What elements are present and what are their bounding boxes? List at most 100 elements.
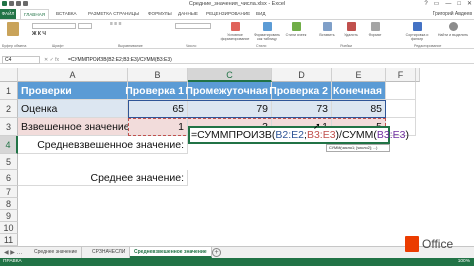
ribbon-display-icon[interactable]: ▭ bbox=[434, 0, 440, 9]
group-cells: Ячейки bbox=[340, 44, 353, 48]
insert-cells-button[interactable]: Вставить bbox=[316, 22, 338, 37]
sheet-tab-average[interactable]: Среднее значение bbox=[30, 247, 83, 258]
help-icon[interactable]: ? bbox=[424, 0, 427, 9]
sheet-tab-averageif[interactable]: СРЗНАЧЕСЛИ bbox=[88, 247, 131, 258]
row-header-7[interactable]: 7 bbox=[0, 186, 18, 198]
close-icon[interactable]: ✕ bbox=[467, 0, 472, 9]
cell-styles-label: Стили ячеек bbox=[285, 33, 307, 37]
zoom-level[interactable]: 100% bbox=[458, 258, 470, 266]
formula-bar: C4 ✕ ✓ fx =СУММПРОИЗВ(B2:E2;B3:E3)/СУММ(… bbox=[0, 56, 474, 64]
column-header-e[interactable]: E bbox=[332, 68, 386, 82]
conditional-format-button[interactable]: Условное форматирование bbox=[220, 22, 250, 41]
number-format-dropdown[interactable] bbox=[175, 23, 211, 29]
cell-f1[interactable] bbox=[386, 82, 416, 100]
sheet-tab-weighted-average[interactable]: Средневзвешенное значение bbox=[130, 247, 212, 258]
conditional-format-label: Условное форматирование bbox=[220, 33, 250, 41]
cell-d2[interactable]: 73 bbox=[272, 100, 332, 118]
column-header-b[interactable]: B bbox=[128, 68, 188, 82]
user-name[interactable]: Григорий Авдеев bbox=[433, 9, 472, 19]
cell-c1[interactable]: Промежуточная bbox=[185, 82, 272, 100]
worksheet-grid[interactable]: A B C D E F 1 2 3 4 5 6 7 8 9 10 11 Пров… bbox=[0, 68, 420, 246]
format-cells-icon bbox=[370, 22, 380, 31]
find-select-button[interactable]: Найти и выделить bbox=[436, 22, 470, 37]
paste-icon bbox=[7, 22, 19, 36]
format-cells-button[interactable]: Формат bbox=[364, 22, 386, 37]
formula-input[interactable]: =СУММПРОИЗВ(B2:E2;B3:E3)/СУММ(B3:E3) bbox=[68, 56, 172, 64]
tab-formulas[interactable]: ФОРМУЛЫ bbox=[148, 9, 172, 19]
font-size-dropdown[interactable] bbox=[78, 23, 92, 29]
cell-b2[interactable]: 65 bbox=[128, 100, 188, 118]
function-tooltip[interactable]: СУММ(число1; [число2]; ...) bbox=[326, 144, 390, 152]
column-header-c[interactable]: C bbox=[188, 68, 272, 82]
tab-file[interactable]: ФАЙЛ bbox=[0, 9, 16, 19]
delete-cells-icon bbox=[346, 22, 356, 31]
formula-range-1: B2:E2 bbox=[275, 129, 305, 141]
font-name-dropdown[interactable] bbox=[32, 23, 76, 29]
font-style-buttons[interactable]: Ж К Ч bbox=[32, 32, 92, 37]
formula-division-sum: )/СУММ( bbox=[335, 129, 377, 141]
cell-f2[interactable] bbox=[386, 100, 416, 118]
format-table-label: Форматировать как таблицу bbox=[253, 33, 281, 41]
alignment-buttons[interactable]: ≡ ≡ ≡ bbox=[110, 22, 170, 27]
insert-cells-label: Вставить bbox=[319, 33, 335, 37]
sheet-tab-bar: ◀ ▶ … Среднее значение СРЗНАЧЕСЛИ Средне… bbox=[0, 246, 474, 258]
row-header-2[interactable]: 2 bbox=[0, 100, 18, 118]
row-header-4[interactable]: 4 bbox=[0, 136, 18, 154]
office-logo-wordmark: Office bbox=[422, 237, 454, 251]
column-header-a[interactable]: A bbox=[18, 68, 128, 82]
select-all-corner[interactable] bbox=[0, 68, 18, 82]
group-clipboard: Буфер обмена bbox=[2, 44, 27, 48]
cell-e2[interactable]: 85 bbox=[332, 100, 386, 118]
sort-filter-button[interactable]: Сортировка и фильтр bbox=[400, 22, 434, 41]
row-header-3[interactable]: 3 bbox=[0, 118, 18, 136]
cell-a4[interactable]: Средневзвешенное значение: bbox=[18, 136, 188, 154]
group-number: Число bbox=[186, 44, 197, 48]
formula-range-3: B3:E3 bbox=[376, 129, 406, 141]
group-font: Шрифт bbox=[52, 44, 64, 48]
cell-a3[interactable]: Взвешенное значение bbox=[18, 118, 130, 136]
tab-insert[interactable]: ВСТАВКА bbox=[56, 9, 77, 19]
cell-c2[interactable]: 79 bbox=[188, 100, 272, 118]
column-header-f[interactable]: F bbox=[386, 68, 416, 82]
ribbon-tabs: ФАЙЛ ГЛАВНАЯ ВСТАВКА РАЗМЕТКА СТРАНИЦЫ Ф… bbox=[0, 9, 474, 19]
insert-cells-icon bbox=[322, 22, 332, 31]
cell-d1[interactable]: Проверка 2 bbox=[269, 82, 332, 100]
row-header-5[interactable]: 5 bbox=[0, 154, 18, 170]
sort-filter-icon bbox=[412, 22, 422, 31]
row-header-11[interactable]: 11 bbox=[0, 234, 18, 246]
paste-button[interactable] bbox=[3, 22, 23, 38]
tab-review[interactable]: РЕЦЕНЗИРОВАНИЕ bbox=[206, 9, 250, 19]
tab-data[interactable]: ДАННЫЕ bbox=[178, 9, 198, 19]
window-controls[interactable]: ? ▭ — □ ✕ bbox=[424, 0, 472, 9]
column-header-g[interactable] bbox=[416, 68, 420, 82]
maximize-icon[interactable]: □ bbox=[457, 0, 461, 9]
row-header-1[interactable]: 1 bbox=[0, 82, 18, 100]
tab-page-layout[interactable]: РАЗМЕТКА СТРАНИЦЫ bbox=[88, 9, 139, 19]
delete-cells-button[interactable]: Удалить bbox=[340, 22, 362, 37]
group-styles: Стили bbox=[256, 44, 267, 48]
find-select-label: Найти и выделить bbox=[437, 33, 469, 37]
row-header-9[interactable]: 9 bbox=[0, 210, 18, 222]
office-logo: Office bbox=[405, 233, 469, 255]
formula-close-paren: ) bbox=[405, 129, 409, 141]
format-as-table-button[interactable]: Форматировать как таблицу bbox=[252, 22, 282, 41]
cell-c4-editor[interactable]: =СУММПРОИЗВ(B2:E2;B3:E3)/СУММ(B3:E3) bbox=[188, 126, 409, 144]
cell-b3[interactable]: 1 bbox=[128, 118, 188, 136]
cell-a6[interactable]: Среднее значение: bbox=[18, 170, 188, 186]
cell-styles-button[interactable]: Стили ячеек bbox=[284, 22, 308, 37]
cell-e1[interactable]: Конечная bbox=[332, 82, 386, 100]
row-header-8[interactable]: 8 bbox=[0, 198, 18, 210]
column-header-d[interactable]: D bbox=[272, 68, 332, 82]
window-title: Средние_значения_числа.xlsx - Excel bbox=[188, 1, 286, 7]
cell-a2[interactable]: Оценка bbox=[18, 100, 128, 118]
cell-a1[interactable]: Проверки bbox=[18, 82, 128, 100]
minimize-icon[interactable]: — bbox=[445, 0, 451, 9]
row-header-10[interactable]: 10 bbox=[0, 222, 18, 234]
tab-view[interactable]: ВИД bbox=[256, 9, 265, 19]
tab-home[interactable]: ГЛАВНАЯ bbox=[20, 9, 50, 19]
row-header-6[interactable]: 6 bbox=[0, 170, 18, 186]
cell-b1[interactable]: Проверка 1 bbox=[125, 82, 188, 100]
formula-buttons[interactable]: ✕ ✓ fx bbox=[44, 56, 59, 64]
name-box[interactable]: C4 bbox=[2, 56, 40, 64]
add-sheet-icon[interactable]: + bbox=[212, 248, 221, 257]
